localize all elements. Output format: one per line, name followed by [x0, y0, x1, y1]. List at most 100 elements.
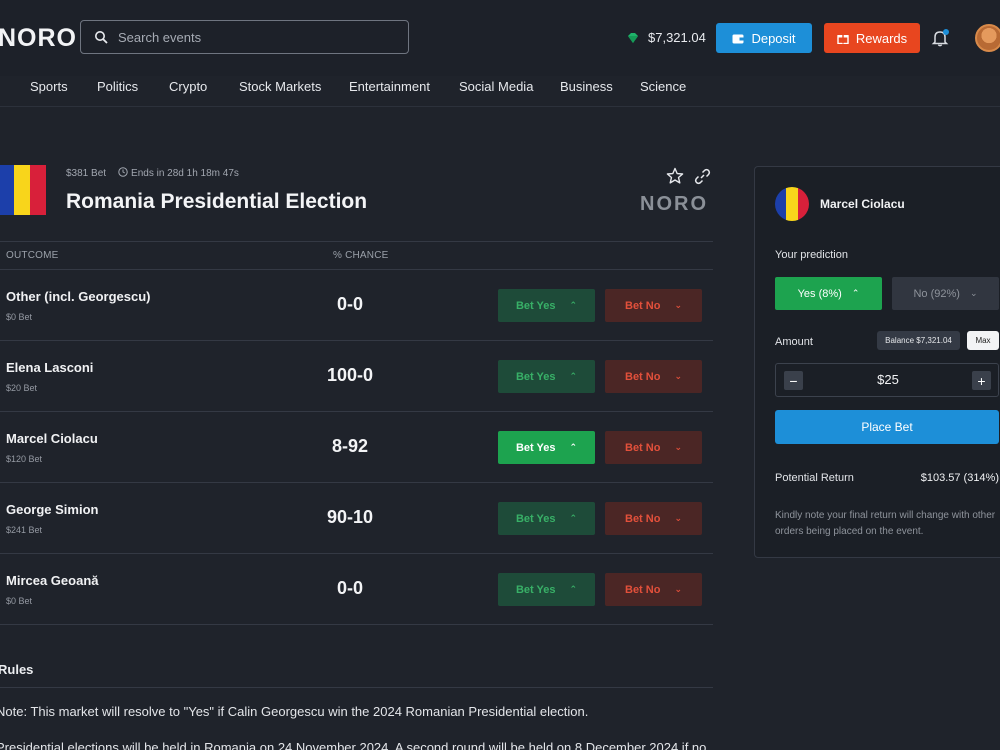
bet-yes-button[interactable]: Bet Yes ⌃: [498, 502, 595, 535]
chevron-down-icon: ⌄: [674, 300, 682, 310]
chevron-up-icon: ⌃: [569, 513, 578, 523]
bet-no-label: Bet No: [625, 512, 661, 525]
potential-return-label: Potential Return: [775, 472, 854, 484]
bet-no-button[interactable]: Bet No ⌄: [605, 360, 702, 393]
chance-column-header: % CHANCE: [333, 250, 389, 261]
rules-heading: Rules: [0, 662, 34, 677]
place-bet-button[interactable]: Place Bet: [775, 410, 999, 444]
bet-no-button[interactable]: Bet No ⌄: [605, 289, 702, 322]
market-meta: $381 Bet Ends in 28d 1h 18m 47s: [66, 167, 239, 179]
increase-amount-button[interactable]: +: [972, 371, 991, 390]
market-end-time: Ends in 28d 1h 18m 47s: [118, 167, 239, 179]
return-note: Kindly note your final return will chang…: [775, 510, 996, 537]
prediction-label: Your prediction: [775, 249, 848, 261]
bet-yes-label: Bet Yes: [515, 583, 556, 596]
outcome-name: Other (incl. Georgescu): [6, 289, 151, 304]
bet-panel: Marcel Ciolacu Your prediction Yes (8%) ⌃…: [754, 166, 1000, 558]
amount-value[interactable]: $25: [816, 372, 960, 387]
prediction-no-button[interactable]: No (92%) ⌄: [892, 277, 999, 310]
outcome-odds: 0-0: [336, 578, 363, 598]
outcome-bet: $120 Bet: [6, 454, 43, 464]
table-top-border: [0, 241, 713, 242]
rules-text: Presidential elections will be held in R…: [0, 740, 707, 750]
outcome-column-header: OUTCOME: [6, 250, 59, 261]
bet-no-label: Bet No: [625, 583, 661, 596]
prediction-yes-button[interactable]: Yes (8%) ⌃: [775, 277, 882, 310]
chevron-up-icon: ⌃: [569, 584, 578, 594]
bet-yes-button[interactable]: Bet Yes ⌃: [498, 573, 595, 606]
market-ends-label: Ends in 28d 1h 18m 47s: [131, 168, 239, 179]
chevron-down-icon: ⌄: [674, 513, 682, 523]
deposit-label: Deposit: [751, 30, 796, 46]
rewards-label: Rewards: [855, 30, 908, 46]
rules-divider: [0, 687, 713, 688]
table-row: Elena Lasconi $20 Bet 100-0 Bet Yes ⌃ Bet…: [0, 341, 713, 412]
max-button[interactable]: Max: [967, 331, 999, 350]
header-divider: [0, 106, 1000, 107]
balance-chip: Balance $7,321.04: [877, 331, 960, 350]
category-crypto[interactable]: Crypto: [169, 79, 207, 94]
balance-amount: $7,321.04: [648, 30, 706, 45]
outcome-bet: $0 Bet: [6, 596, 33, 606]
outcome-bet: $20 Bet: [6, 383, 38, 393]
rewards-button[interactable]: Rewards: [824, 23, 920, 53]
wallet-icon: [732, 34, 744, 43]
bet-no-label: Bet No: [625, 299, 661, 312]
star-icon[interactable]: [666, 167, 684, 185]
bet-no-button[interactable]: Bet No ⌄: [605, 502, 702, 535]
top-bar: NORO Search events $7,321.04 Deposit Rew…: [0, 0, 1000, 76]
table-row: George Simion $241 Bet 90-10 Bet Yes ⌃ Be…: [0, 483, 713, 554]
decrease-amount-button[interactable]: −: [784, 371, 803, 390]
gift-icon: [837, 35, 849, 44]
avatar[interactable]: [975, 24, 1000, 52]
chevron-up-icon: ⌃: [569, 300, 578, 310]
category-stock-markets[interactable]: Stock Markets: [239, 79, 321, 94]
outcome-odds: 90-10: [326, 507, 374, 527]
category-science[interactable]: Science: [640, 79, 686, 94]
bet-yes-button[interactable]: Bet Yes ⌃: [498, 360, 595, 393]
clock-icon: [118, 167, 128, 177]
table-row: Marcel Ciolacu $120 Bet 8-92 Bet Yes ⌃ Be…: [0, 412, 713, 483]
bet-no-button[interactable]: Bet No ⌄: [605, 431, 702, 464]
balance-display: $7,321.04: [626, 30, 706, 45]
amount-label: Amount: [775, 336, 813, 348]
selected-candidate: Marcel Ciolacu: [820, 197, 905, 211]
rules-note: Note: This market will resolve to "Yes" …: [0, 704, 589, 719]
deposit-button[interactable]: Deposit: [716, 23, 812, 53]
category-business[interactable]: Business: [560, 79, 613, 94]
table-row: Other (incl. Georgescu) $0 Bet 0-0 Bet Y…: [0, 270, 713, 341]
gem-icon: [628, 32, 638, 43]
bet-no-button[interactable]: Bet No ⌄: [605, 573, 702, 606]
link-icon[interactable]: [694, 168, 711, 185]
outcome-bet: $241 Bet: [6, 525, 43, 535]
outcome-odds: 100-0: [326, 365, 374, 385]
outcome-name: George Simion: [6, 502, 99, 517]
category-sports[interactable]: Sports: [30, 79, 68, 94]
search-placeholder: Search events: [118, 30, 202, 45]
amount-stepper[interactable]: − $25 +: [775, 363, 999, 397]
outcome-odds: 0-0: [336, 294, 363, 314]
brand-watermark: NORO: [640, 193, 708, 215]
bet-yes-label: Bet Yes: [515, 299, 556, 312]
category-entertainment[interactable]: Entertainment: [349, 79, 430, 94]
category-politics[interactable]: Politics: [97, 79, 138, 94]
bet-yes-label: Bet Yes: [515, 441, 556, 454]
bet-yes-label: Bet Yes: [515, 512, 556, 525]
romania-flag: [0, 165, 46, 215]
category-social-media[interactable]: Social Media: [459, 79, 533, 94]
outcome-odds: 8-92: [331, 436, 369, 456]
prediction-no-label: No (92%): [913, 287, 960, 300]
bet-yes-button[interactable]: Bet Yes ⌃: [498, 289, 595, 322]
chevron-up-icon: ⌃: [851, 288, 860, 298]
table-row: Mircea Geoană $0 Bet 0-0 Bet Yes ⌃ Bet No…: [0, 554, 713, 625]
site-logo[interactable]: NORO: [0, 24, 77, 53]
search-input[interactable]: Search events: [80, 20, 409, 54]
category-nav: Sports Politics Crypto Stock Markets Ent…: [0, 76, 1000, 106]
page-title: Romania Presidential Election: [66, 190, 368, 213]
outcome-name: Marcel Ciolacu: [6, 431, 98, 446]
outcome-bet: $0 Bet: [6, 312, 33, 322]
bet-yes-button[interactable]: Bet Yes ⌃: [498, 431, 595, 464]
candidate-flag: [775, 187, 809, 221]
outcome-name: Mircea Geoană: [6, 573, 99, 588]
chevron-down-icon: ⌄: [969, 288, 978, 298]
